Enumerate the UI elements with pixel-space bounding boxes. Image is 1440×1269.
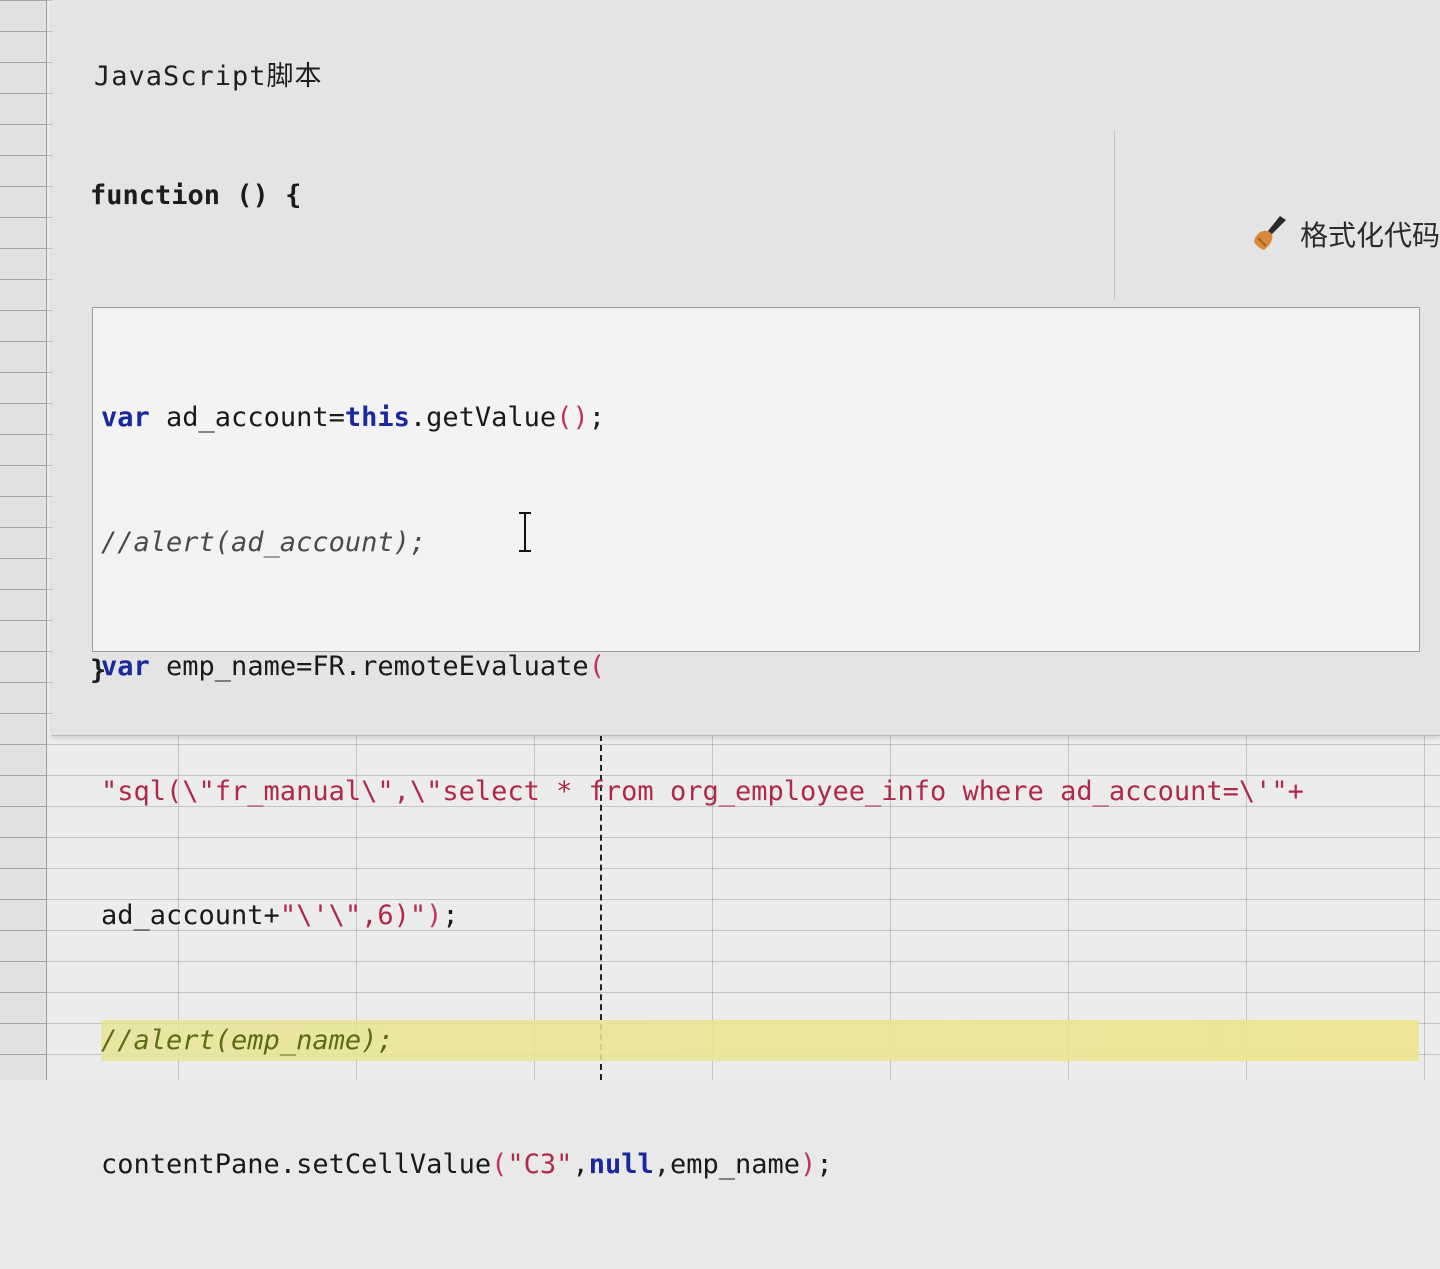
code-line-2: //alert(ad_account); [101,522,1419,564]
keyword: null [588,1149,654,1180]
string-literal: "\'\",6)" [279,900,427,931]
row-header-column [0,0,47,1080]
paren: () [556,402,589,433]
keyword: this [344,402,410,433]
code-text: , [572,1149,589,1180]
comment: //alert(ad_account); [101,526,427,558]
function-close-brace: } [90,655,107,686]
text-cursor-icon [518,512,532,552]
code-line-3: var emp_name=FR.remoteEvaluate( [101,646,1419,688]
code-line-5: ad_account+"\'\",6)"); [101,895,1419,937]
code-text: ; [588,402,605,433]
dialog-title: JavaScript脚本 [94,61,323,92]
format-code-label: 格式化代码 [1299,219,1440,252]
function-header: function () { [90,180,302,211]
paren: ( [588,651,605,682]
code-line-6-active: //alert(emp_name); [101,1019,1419,1061]
code-text: emp_name=FR.remoteEvaluate [149,651,589,682]
string-literal: "C3" [507,1149,573,1180]
paren: ) [800,1149,817,1180]
broom-brush-icon [1250,212,1294,256]
code-text: contentPane.setCellValue [101,1149,492,1180]
divider [1114,130,1115,300]
javascript-dialog: JavaScript脚本 function () { 格式化代码 var ad_… [52,0,1440,1180]
code-line-1: var ad_account=this.getValue(); [101,397,1419,439]
comment: //alert(emp_name); [101,1024,394,1056]
code-text: .getValue [409,402,557,433]
string-literal: "sql(\"fr_manual\",\"select * from org_e… [101,775,1304,807]
code-text: ; [442,900,459,931]
code-line-7: contentPane.setCellValue("C3",null,emp_n… [101,1144,1419,1186]
keyword: var [101,651,150,682]
format-code-button[interactable]: 格式化代码 [1250,212,1440,256]
paren: ( [491,1149,508,1180]
code-editor[interactable]: var ad_account=this.getValue(); //alert(… [92,307,1420,1180]
code-text: ad_account+ [101,900,280,931]
code-lines: var ad_account=this.getValue(); //alert(… [101,314,1419,1269]
code-text: ; [816,1149,833,1180]
paren: ) [426,900,443,931]
code-text: ad_account= [149,402,345,433]
keyword: var [101,402,150,433]
code-text: ,emp_name [653,1149,801,1180]
code-line-4: "sql(\"fr_manual\",\"select * from org_e… [101,771,1419,813]
